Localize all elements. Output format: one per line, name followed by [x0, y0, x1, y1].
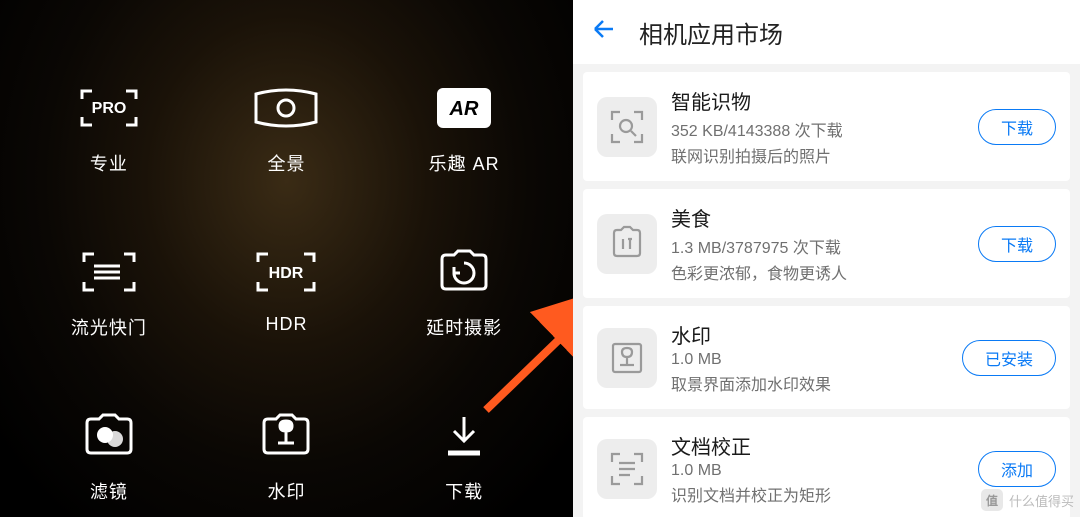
mode-label: 水印 — [267, 478, 305, 504]
mode-light-painting[interactable]: 流光快门 — [40, 244, 178, 340]
app-meta: 1.0 MB — [671, 462, 964, 480]
app-name: 美食 — [671, 203, 964, 232]
list-item: 美食 1.3 MB/3787975 次下载 色彩更浓郁，食物更诱人 下载 — [583, 189, 1070, 298]
watermark-text: 什么值得买 — [1009, 491, 1074, 510]
mode-label: 流光快门 — [71, 314, 147, 340]
camera-app-market-panel: 相机应用市场 智能识物 352 KB/4143388 次下载 联网识别拍摄后的照… — [573, 0, 1080, 517]
camera-modes-panel: PRO 专业 全景 AR 乐趣 AR 流光快门 HDR H — [0, 0, 573, 517]
market-list: 智能识物 352 KB/4143388 次下载 联网识别拍摄后的照片 下载 美食… — [573, 64, 1080, 517]
mode-ar[interactable]: AR 乐趣 AR — [395, 80, 533, 176]
mode-hdr[interactable]: HDR HDR — [218, 244, 356, 340]
mode-label: 乐趣 AR — [429, 150, 500, 176]
download-button[interactable]: 下载 — [978, 109, 1056, 145]
download-button[interactable]: 下载 — [978, 226, 1056, 262]
food-icon — [597, 214, 657, 274]
mode-pro[interactable]: PRO 专业 — [40, 80, 178, 176]
app-meta: 352 KB/4143388 次下载 — [671, 117, 964, 141]
panorama-icon — [250, 80, 322, 136]
svg-text:HDR: HDR — [269, 265, 304, 282]
app-meta: 1.3 MB/3787975 次下载 — [671, 234, 964, 258]
mode-filter[interactable]: 滤镜 — [40, 408, 178, 504]
app-desc: 识别文档并校正为矩形 — [671, 482, 964, 506]
hdr-icon: HDR — [254, 244, 318, 300]
app-name: 水印 — [671, 320, 948, 349]
mode-download[interactable]: 下载 — [395, 408, 533, 504]
app-desc: 色彩更浓郁，食物更诱人 — [671, 260, 964, 284]
mode-label: 延时摄影 — [426, 314, 502, 340]
watermark-badge-icon: 值 — [981, 489, 1003, 511]
mode-timelapse[interactable]: 延时摄影 — [395, 244, 533, 340]
list-item: 水印 1.0 MB 取景界面添加水印效果 已安装 — [583, 306, 1070, 409]
app-desc: 取景界面添加水印效果 — [671, 371, 948, 395]
stamp-icon — [597, 328, 657, 388]
mode-label: 下载 — [445, 478, 483, 504]
filter-icon — [81, 408, 137, 464]
list-item: 智能识物 352 KB/4143388 次下载 联网识别拍摄后的照片 下载 — [583, 72, 1070, 181]
svg-text:AR: AR — [449, 98, 479, 120]
app-meta: 1.0 MB — [671, 351, 948, 369]
add-button[interactable]: 添加 — [978, 451, 1056, 487]
light-painting-icon — [80, 244, 138, 300]
mode-label: 全景 — [267, 150, 305, 176]
mode-label: 专业 — [90, 150, 128, 176]
timelapse-icon — [436, 244, 492, 300]
back-icon[interactable] — [591, 16, 617, 49]
scan-icon — [597, 97, 657, 157]
svg-text:PRO: PRO — [91, 100, 126, 117]
watermark-icon — [258, 408, 314, 464]
mode-label: HDR — [265, 314, 307, 335]
site-watermark: 值 什么值得买 — [981, 489, 1074, 511]
mode-panorama[interactable]: 全景 — [218, 80, 356, 176]
app-desc: 联网识别拍摄后的照片 — [671, 143, 964, 167]
mode-watermark[interactable]: 水印 — [218, 408, 356, 504]
mode-label: 滤镜 — [90, 478, 128, 504]
download-icon — [442, 408, 486, 464]
market-header: 相机应用市场 — [573, 0, 1080, 64]
app-name: 文档校正 — [671, 431, 964, 460]
app-name: 智能识物 — [671, 86, 964, 115]
installed-button[interactable]: 已安装 — [962, 340, 1056, 376]
ar-icon: AR — [434, 80, 494, 136]
document-icon — [597, 439, 657, 499]
pro-icon: PRO — [78, 80, 140, 136]
camera-modes-grid: PRO 专业 全景 AR 乐趣 AR 流光快门 HDR H — [40, 80, 533, 477]
page-title: 相机应用市场 — [639, 15, 783, 50]
